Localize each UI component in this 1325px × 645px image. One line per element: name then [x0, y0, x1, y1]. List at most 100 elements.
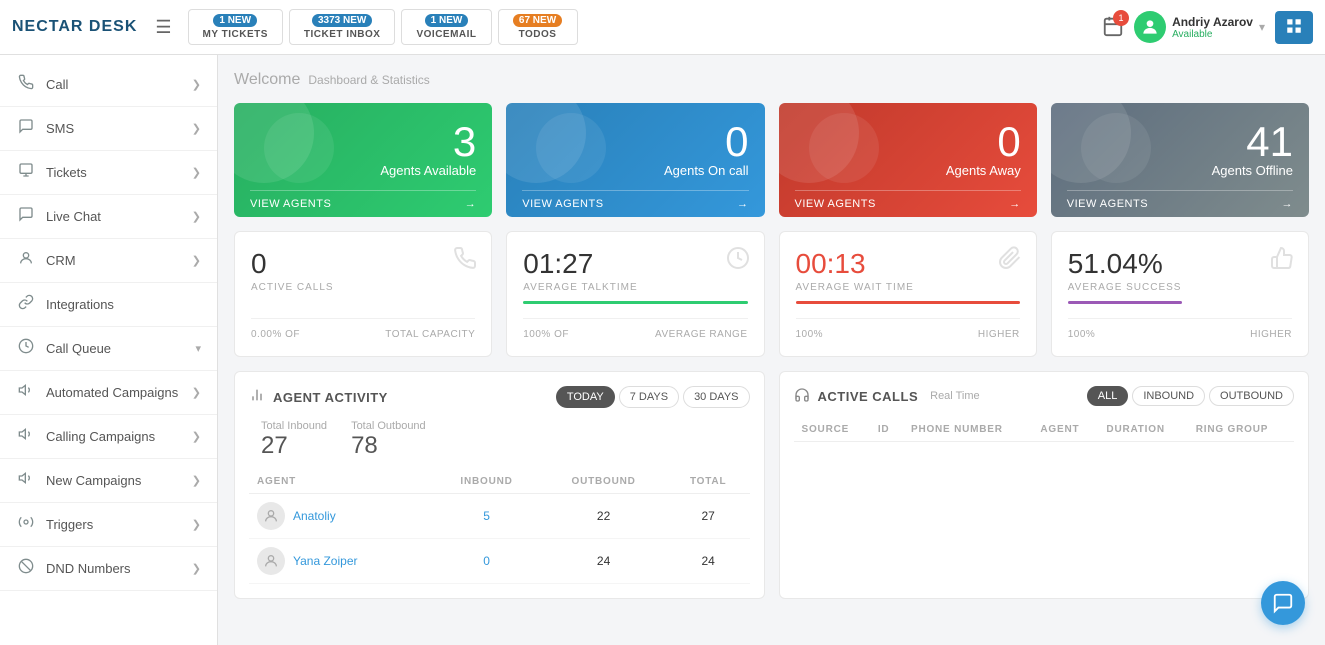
- active-calls-header: ACTIVE CALLS Real Time ALL INBOUND OUTBO…: [794, 386, 1295, 406]
- active-calls-panel: ACTIVE CALLS Real Time ALL INBOUND OUTBO…: [779, 371, 1310, 599]
- agent-table: AGENT INBOUND OUTBOUND TOTAL Anatoliy 5 …: [249, 470, 750, 584]
- sidebar-tickets-arrow: ❯: [192, 166, 201, 179]
- sidebar-crm-label: CRM: [46, 253, 182, 268]
- tab-ticket-inbox[interactable]: 3373 NEW TICKET INBOX: [289, 9, 396, 45]
- user-info: Andriy Azarov Available: [1172, 15, 1253, 40]
- user-status: Available: [1172, 29, 1253, 40]
- call-icon: [16, 74, 36, 95]
- agent-name[interactable]: Anatoliy: [293, 509, 336, 523]
- sidebar-calling-campaigns-label: Calling Campaigns: [46, 429, 182, 444]
- avg-wait-label: AVERAGE WAIT TIME: [796, 282, 1020, 293]
- sidebar-item-tickets[interactable]: Tickets ❯: [0, 151, 217, 195]
- sidebar-item-new-campaigns[interactable]: New Campaigns ❯: [0, 459, 217, 503]
- calendar-badge: 1: [1113, 10, 1129, 26]
- activity-tab-today[interactable]: TODAY: [556, 386, 615, 408]
- my-tickets-badge: 1 NEW: [213, 14, 257, 27]
- total-inbound-label: Total Inbound: [261, 420, 327, 432]
- sidebar-item-crm[interactable]: CRM ❯: [0, 239, 217, 283]
- tab-voicemail[interactable]: 1 NEW VOICEMAIL: [401, 9, 491, 45]
- view-agents-arrow-3: →: [1282, 198, 1294, 210]
- sidebar-item-live-chat[interactable]: Live Chat ❯: [0, 195, 217, 239]
- view-agents-bar-1[interactable]: VIEW AGENTS →: [522, 190, 748, 217]
- sidebar-item-sms[interactable]: SMS ❯: [0, 107, 217, 151]
- header-right: 1 Andriy Azarov Available ▾: [1102, 11, 1313, 44]
- sidebar-item-triggers[interactable]: Triggers ❯: [0, 503, 217, 547]
- sidebar-new-campaigns-label: New Campaigns: [46, 473, 182, 488]
- hamburger-icon[interactable]: ☰: [155, 17, 171, 38]
- stat-card-oncall: 0 Agents On call VIEW AGENTS →: [506, 103, 764, 217]
- activity-tab-7days[interactable]: 7 DAYS: [619, 386, 679, 408]
- agent-activity-title: AGENT ACTIVITY: [273, 390, 388, 405]
- agent-activity-header: AGENT ACTIVITY TODAY 7 DAYS 30 DAYS: [249, 386, 750, 408]
- filter-outbound[interactable]: OUTBOUND: [1209, 386, 1294, 406]
- calling-campaigns-icon: [16, 426, 36, 447]
- filter-all[interactable]: ALL: [1087, 386, 1129, 406]
- view-agents-link-0[interactable]: VIEW AGENTS: [250, 198, 331, 210]
- tab-my-tickets[interactable]: 1 NEW MY TICKETS: [188, 9, 283, 45]
- activity-tab-30days[interactable]: 30 DAYS: [683, 386, 749, 408]
- ticket-inbox-badge: 3373 NEW: [312, 14, 372, 27]
- agent-cell: Yana Zoiper: [249, 539, 433, 584]
- metric-card-avg-wait: 00:13 AVERAGE WAIT TIME 100% HIGHER: [779, 231, 1037, 357]
- chat-fab[interactable]: [1261, 581, 1305, 625]
- sidebar-calling-campaigns-arrow: ❯: [192, 430, 201, 443]
- todos-badge: 67 NEW: [513, 14, 562, 27]
- sidebar-automated-campaigns-label: Automated Campaigns: [46, 385, 182, 400]
- ticket-inbox-label: TICKET INBOX: [304, 29, 381, 40]
- sidebar-live-chat-arrow: ❯: [192, 210, 201, 223]
- total-outbound-label: Total Outbound: [351, 420, 426, 432]
- ac-col-agent: AGENT: [1032, 418, 1098, 442]
- tickets-icon: [16, 162, 36, 183]
- avg-wait-footer-right: HIGHER: [978, 329, 1020, 340]
- sidebar-item-call-queue[interactable]: Call Queue ▾: [0, 327, 217, 371]
- filter-inbound[interactable]: INBOUND: [1132, 386, 1205, 406]
- voicemail-badge: 1 NEW: [425, 14, 469, 27]
- avg-wait-bar: [796, 301, 1020, 304]
- sidebar-item-dnd-numbers[interactable]: DND Numbers ❯: [0, 547, 217, 591]
- avg-talktime-label: AVERAGE TALKTIME: [523, 282, 747, 293]
- app-body: Call ❯ SMS ❯ Tickets ❯ Live Chat ❯: [0, 55, 1325, 645]
- tab-todos[interactable]: 67 NEW TODOS: [498, 9, 578, 45]
- user-menu[interactable]: Andriy Azarov Available ▾: [1134, 11, 1265, 43]
- grid-button[interactable]: [1275, 11, 1313, 44]
- view-agents-link-1[interactable]: VIEW AGENTS: [522, 198, 603, 210]
- avg-success-icon: [1270, 246, 1294, 276]
- active-calls-label: ACTIVE CALLS: [251, 282, 475, 293]
- view-agents-link-2[interactable]: VIEW AGENTS: [795, 198, 876, 210]
- sidebar-item-call[interactable]: Call ❯: [0, 63, 217, 107]
- bg-circle2: [536, 113, 606, 183]
- agent-outbound: 22: [540, 494, 666, 539]
- avg-success-footer-right: HIGHER: [1250, 329, 1292, 340]
- ac-col-source: SOURCE: [794, 418, 870, 442]
- agent-avatar: [257, 502, 285, 530]
- active-calls-val: 0: [251, 248, 475, 280]
- agent-avatar: [257, 547, 285, 575]
- voicemail-label: VOICEMAIL: [416, 29, 476, 40]
- bg-circle2: [1081, 113, 1151, 183]
- view-agents-bar-2[interactable]: VIEW AGENTS →: [795, 190, 1021, 217]
- sidebar-call-label: Call: [46, 77, 182, 92]
- calendar-button[interactable]: 1: [1102, 15, 1124, 40]
- view-agents-arrow-0: →: [465, 198, 477, 210]
- sidebar-dnd-arrow: ❯: [192, 562, 201, 575]
- view-agents-bar-0[interactable]: VIEW AGENTS →: [250, 190, 476, 217]
- ac-col-ring-group: RING GROUP: [1188, 418, 1294, 442]
- active-calls-panel-title: ACTIVE CALLS: [818, 389, 919, 404]
- sidebar-item-automated-campaigns[interactable]: Automated Campaigns ❯: [0, 371, 217, 415]
- sidebar-item-calling-campaigns[interactable]: Calling Campaigns ❯: [0, 415, 217, 459]
- totals-row: Total Inbound 27 Total Outbound 78: [249, 420, 750, 460]
- avg-wait-icon: [998, 246, 1022, 276]
- welcome-text: Welcome: [234, 71, 300, 89]
- sidebar-dnd-label: DND Numbers: [46, 561, 182, 576]
- view-agents-bar-3[interactable]: VIEW AGENTS →: [1067, 190, 1293, 217]
- metric-card-avg-talktime: 01:27 AVERAGE TALKTIME 100% OF AVERAGE R…: [506, 231, 764, 357]
- stat-card-available: 3 Agents Available VIEW AGENTS →: [234, 103, 492, 217]
- welcome-bar: Welcome Dashboard & Statistics: [234, 71, 1309, 89]
- view-agents-link-3[interactable]: VIEW AGENTS: [1067, 198, 1148, 210]
- new-campaigns-icon: [16, 470, 36, 491]
- agent-name[interactable]: Yana Zoiper: [293, 554, 357, 568]
- bg-circle2: [809, 113, 879, 183]
- ac-col-phone: PHONE NUMBER: [903, 418, 1032, 442]
- col-agent: AGENT: [249, 470, 433, 494]
- sidebar-item-integrations[interactable]: Integrations: [0, 283, 217, 327]
